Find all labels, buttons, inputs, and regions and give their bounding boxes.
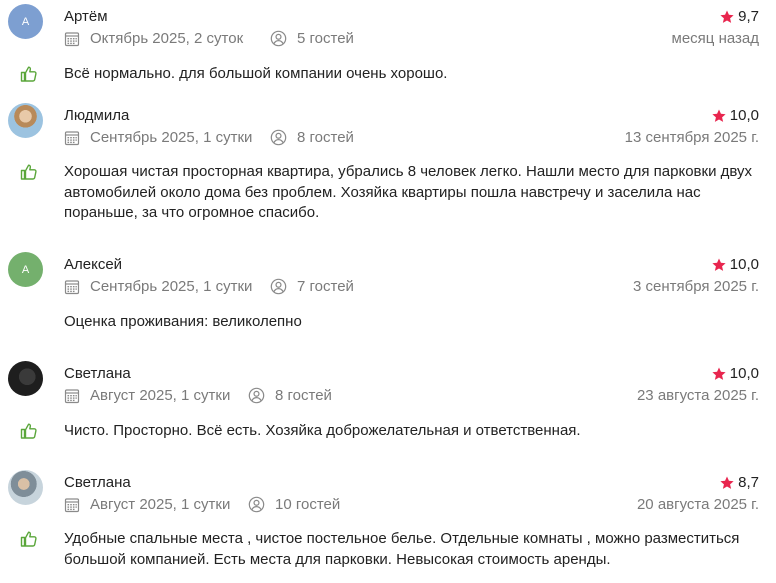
review-meta: Сентябрь 2025, 1 сутки 7 гостей bbox=[64, 278, 354, 295]
review-meta: Октябрь 2025, 2 суток 5 гостей bbox=[64, 30, 354, 47]
review-date: 20 августа 2025 г. bbox=[636, 496, 759, 513]
reviewer-name: Людмила bbox=[64, 107, 130, 124]
star-icon bbox=[719, 475, 735, 491]
stay-period: Сентябрь 2025, 1 сутки bbox=[90, 129, 253, 146]
reviewer-name: Алексей bbox=[64, 256, 123, 273]
calendar-icon bbox=[64, 130, 80, 146]
review-rating: 9,7 bbox=[719, 8, 759, 25]
thumbs-up-icon bbox=[20, 530, 38, 548]
thumbs-up-icon bbox=[20, 422, 38, 440]
avatar[interactable] bbox=[8, 361, 43, 396]
stay-period: Октябрь 2025, 2 суток bbox=[90, 30, 244, 47]
star-icon bbox=[711, 108, 727, 124]
user-icon bbox=[248, 387, 265, 404]
rating-value: 8,7 bbox=[738, 474, 759, 491]
thumbs-up-icon bbox=[20, 163, 38, 181]
reviewer-name: Светлана bbox=[64, 474, 131, 491]
avatar[interactable]: А bbox=[8, 4, 43, 39]
calendar-icon bbox=[64, 279, 80, 295]
stay-period: Август 2025, 1 сутки bbox=[90, 387, 231, 404]
guest-count: 8 гостей bbox=[275, 387, 332, 404]
review-meta: Август 2025, 1 сутки 8 гостей bbox=[64, 387, 332, 404]
thumbs-up-icon bbox=[20, 65, 38, 83]
review-text: Хорошая чистая просторная квартира, убра… bbox=[64, 163, 753, 221]
review-rating: 10,0 bbox=[711, 107, 759, 124]
user-icon bbox=[248, 496, 265, 513]
guest-count: 8 гостей bbox=[297, 129, 354, 146]
review-rating: 10,0 bbox=[711, 365, 759, 382]
review-meta: Сентябрь 2025, 1 сутки 8 гостей bbox=[64, 129, 354, 146]
stay-period: Сентябрь 2025, 1 сутки bbox=[90, 278, 253, 295]
avatar[interactable]: А bbox=[8, 252, 43, 287]
review-date: месяц назад bbox=[671, 30, 759, 47]
review-rating: 10,0 bbox=[711, 256, 759, 273]
guest-count: 10 гостей bbox=[275, 496, 341, 513]
guest-count: 5 гостей bbox=[297, 30, 354, 47]
calendar-icon bbox=[64, 388, 80, 404]
user-icon bbox=[270, 30, 287, 47]
rating-value: 10,0 bbox=[729, 256, 759, 273]
calendar-icon bbox=[64, 31, 80, 47]
star-icon bbox=[711, 257, 727, 273]
review-text: Всё нормально. для большой компании очен… bbox=[64, 65, 448, 82]
stay-period: Август 2025, 1 сутки bbox=[90, 496, 231, 513]
review-date: 13 сентября 2025 г. bbox=[624, 129, 759, 146]
rating-value: 9,7 bbox=[738, 8, 759, 25]
review-text: Чисто. Просторно. Всё есть. Хозяйка добр… bbox=[64, 422, 581, 439]
review-meta: Август 2025, 1 сутки 10 гостей bbox=[64, 496, 340, 513]
review-date: 3 сентября 2025 г. bbox=[632, 278, 759, 295]
review-text: Удобные спальные места , чистое постельн… bbox=[64, 530, 740, 568]
reviewer-name: Артём bbox=[64, 8, 108, 25]
reviewer-name: Светлана bbox=[64, 365, 131, 382]
avatar[interactable] bbox=[8, 470, 43, 505]
calendar-icon bbox=[64, 497, 80, 513]
star-icon bbox=[711, 366, 727, 382]
rating-value: 10,0 bbox=[729, 107, 759, 124]
avatar[interactable] bbox=[8, 103, 43, 138]
star-icon bbox=[719, 9, 735, 25]
user-icon bbox=[270, 278, 287, 295]
guest-count: 7 гостей bbox=[297, 278, 354, 295]
review-rating: 8,7 bbox=[719, 474, 759, 491]
review-date: 23 августа 2025 г. bbox=[636, 387, 759, 404]
user-icon bbox=[270, 129, 287, 146]
rating-value: 10,0 bbox=[729, 365, 759, 382]
review-text: Оценка проживания: великолепно bbox=[64, 313, 302, 330]
